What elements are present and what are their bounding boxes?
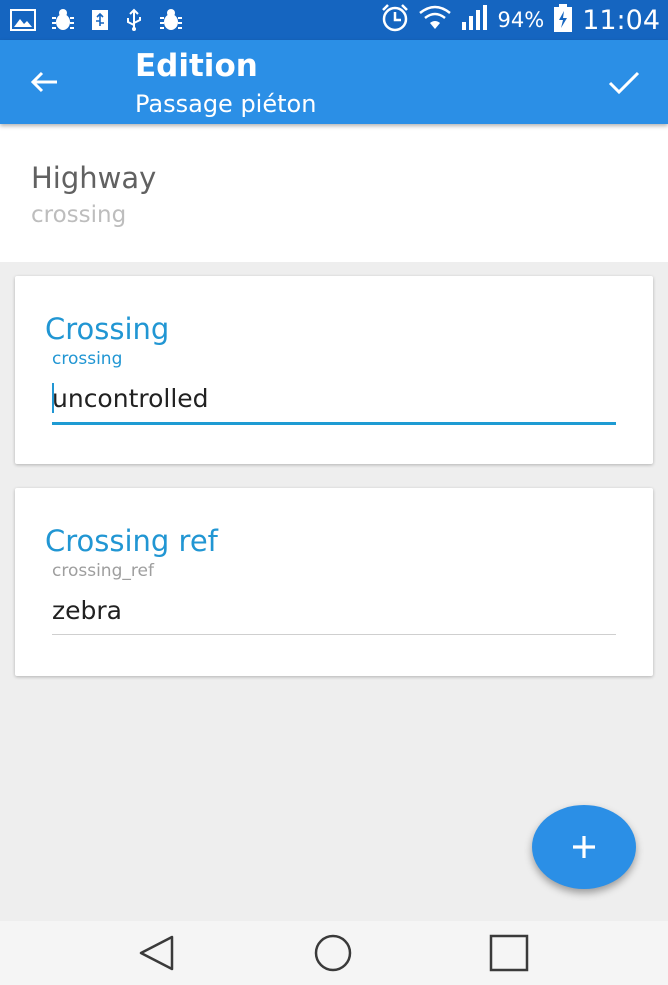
usb-icon [124, 8, 144, 32]
check-icon [608, 71, 640, 95]
page-subtitle: Passage piéton [135, 90, 317, 118]
notification-icons [10, 7, 184, 33]
clock: 11:04 [582, 4, 660, 36]
bug-icon [158, 8, 184, 32]
page-title: Edition [135, 48, 258, 84]
nav-recents-icon [489, 934, 529, 972]
nav-back-button[interactable] [135, 933, 179, 973]
crossing-ref-title: Crossing ref [45, 524, 218, 558]
crossing-input[interactable] [52, 374, 616, 425]
gallery-icon [10, 9, 36, 31]
nav-home-icon [314, 934, 352, 972]
crossing-ref-card: Crossing ref crossing_ref [15, 488, 653, 676]
add-tag-button[interactable] [532, 805, 636, 889]
system-status: 94% 11:04 [380, 3, 660, 37]
crossing-key: crossing [52, 349, 123, 369]
toolbar: Edition Passage piéton [0, 40, 668, 124]
highway-value: crossing [31, 202, 127, 228]
highway-tag: Highway crossing [0, 124, 668, 262]
battery-percent: 94% [497, 8, 545, 32]
navigation-bar [0, 921, 668, 985]
bug-icon [50, 8, 76, 32]
text-cursor [52, 383, 54, 413]
confirm-button[interactable] [602, 60, 646, 104]
crossing-ref-input[interactable] [52, 586, 616, 635]
crossing-ref-key: crossing_ref [52, 561, 154, 581]
plus-icon [573, 836, 595, 858]
alarm-icon [380, 3, 410, 37]
battery-charging-icon [552, 3, 574, 37]
sd-card-icon [90, 8, 110, 32]
highway-label: Highway [31, 161, 157, 195]
nav-back-icon [139, 935, 174, 971]
status-bar: 94% 11:04 [0, 0, 668, 40]
crossing-title: Crossing [45, 312, 170, 346]
nav-home-button[interactable] [311, 933, 355, 973]
crossing-card: Crossing crossing [15, 276, 653, 464]
nav-recents-button[interactable] [487, 933, 531, 973]
arrow-left-icon [30, 71, 57, 93]
wifi-icon [418, 5, 452, 35]
signal-icon [460, 4, 490, 36]
back-button[interactable] [24, 62, 64, 102]
